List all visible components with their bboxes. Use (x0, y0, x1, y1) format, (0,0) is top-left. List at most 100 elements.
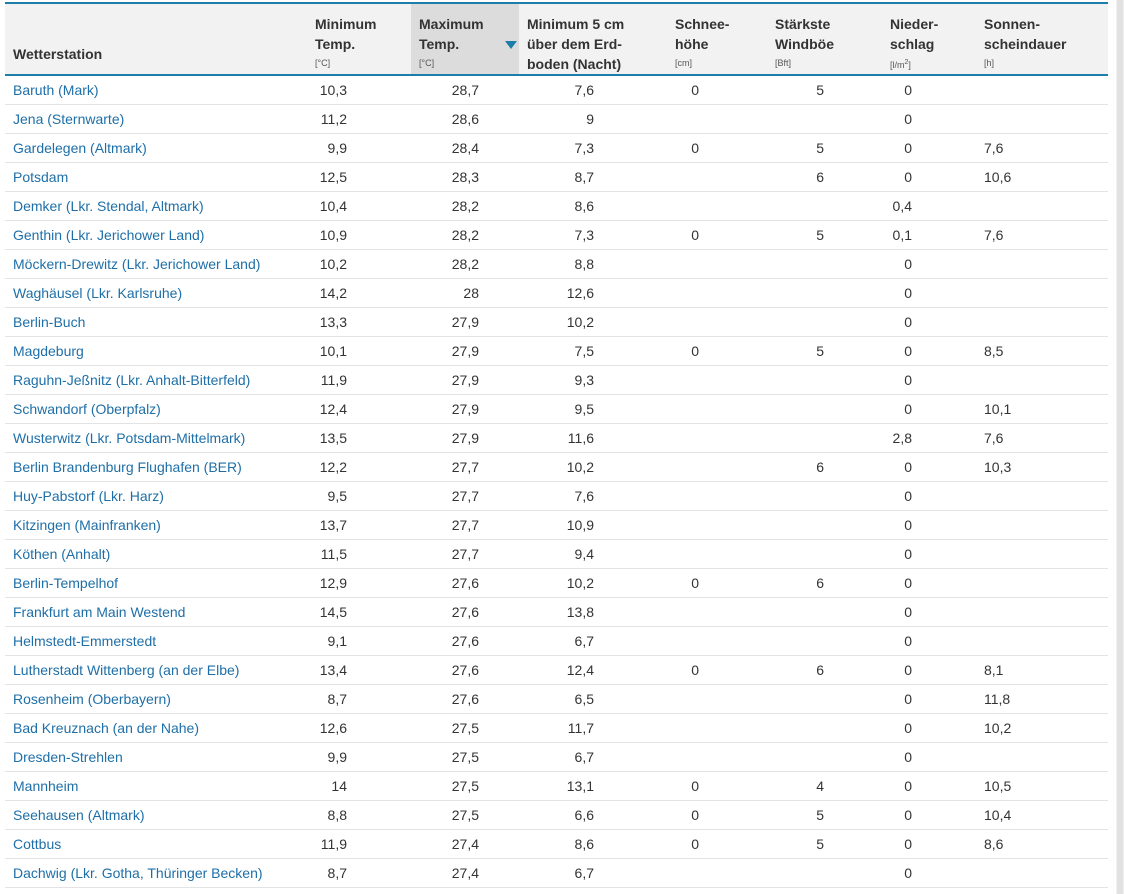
cell-wind: 5 (767, 133, 882, 163)
station-link[interactable]: Rosenheim (Oberbayern) (5, 684, 307, 714)
cell-wind (767, 684, 882, 714)
station-link[interactable]: Berlin-Tempelhof (5, 568, 307, 598)
cell-min-temp: 9,9 (307, 742, 411, 772)
station-link[interactable]: Bad Kreuznach (an der Nahe) (5, 713, 307, 743)
station-link[interactable]: Berlin-Buch (5, 307, 307, 337)
cell-rain: 0 (882, 858, 976, 888)
cell-max-temp: 27,6 (411, 684, 519, 714)
header-snow-line2: höhe (675, 36, 709, 52)
cell-ground-temp: 7,5 (519, 336, 667, 366)
header-sun-line1: Sonnen- (984, 16, 1040, 32)
header-max-temp-line2: Temp. (419, 36, 460, 52)
page-scrollbar[interactable] (1116, 0, 1124, 894)
cell-wind: 5 (767, 800, 882, 830)
table-header-row: Wetterstation Minimum Temp. [°C] Maximum… (5, 4, 1108, 76)
table-row: Mannheim 14 27,5 13,1 0 4 0 10,5 (5, 771, 1108, 801)
cell-ground-temp: 12,6 (519, 278, 667, 308)
table-row: Schwandorf (Oberpfalz) 12,4 27,9 9,5 0 10,1 (5, 394, 1108, 424)
station-link[interactable]: Jena (Sternwarte) (5, 104, 307, 134)
cell-max-temp: 28,6 (411, 104, 519, 134)
cell-wind (767, 539, 882, 569)
cell-wind (767, 191, 882, 221)
cell-min-temp: 12,6 (307, 713, 411, 743)
header-max-temp-unit: [°C] (419, 58, 435, 68)
header-snow[interactable]: Schnee- höhe [cm] (667, 4, 767, 76)
cell-rain: 0 (882, 133, 976, 163)
cell-max-temp: 28,2 (411, 249, 519, 279)
station-link[interactable]: Möckern-Drewitz (Lkr. Jerichower Land) (5, 249, 307, 279)
station-link[interactable]: Schwandorf (Oberpfalz) (5, 394, 307, 424)
header-rain[interactable]: Nieder- schlag [l/m2] (882, 4, 976, 76)
header-sun-unit: [h] (984, 58, 995, 68)
station-link[interactable]: Lutherstadt Wittenberg (an der Elbe) (5, 655, 307, 685)
table-row: Demker (Lkr. Stendal, Altmark) 10,4 28,2 8,… (5, 191, 1108, 221)
table-row: Potsdam 12,5 28,3 8,7 6 0 10,6 (5, 162, 1108, 192)
header-station[interactable]: Wetterstation (5, 4, 307, 76)
station-link[interactable]: Dachwig (Lkr. Gotha, Thüringer Becken) (5, 858, 307, 888)
cell-rain: 0 (882, 510, 976, 540)
table-row: Magdeburg 10,1 27,9 7,5 0 5 0 8,5 (5, 336, 1108, 366)
table-body: Baruth (Mark) 10,3 28,7 7,6 0 5 0 Jena (Sternwa… (5, 75, 1108, 888)
station-link[interactable]: Waghäusel (Lkr. Karlsruhe) (5, 278, 307, 308)
cell-max-temp: 27,4 (411, 858, 519, 888)
sort-descending-icon[interactable] (505, 41, 517, 49)
station-link[interactable]: Cottbus (5, 829, 307, 859)
station-link[interactable]: Magdeburg (5, 336, 307, 366)
table-row: Berlin Brandenburg Flughafen (BER) 12,2 27… (5, 452, 1108, 482)
header-rain-line2: schlag (890, 36, 935, 52)
cell-max-temp: 28,4 (411, 133, 519, 163)
table-row: Bad Kreuznach (an der Nahe) 12,6 27,5 11,7 0… (5, 713, 1108, 743)
cell-min-temp: 10,1 (307, 336, 411, 366)
cell-rain: 0 (882, 452, 976, 482)
header-ground-temp[interactable]: Minimum 5 cm über dem Erd- boden (Nacht) (519, 4, 667, 76)
cell-rain: 0,1 (882, 220, 976, 250)
cell-rain: 0 (882, 568, 976, 598)
cell-rain: 0 (882, 829, 976, 859)
station-link[interactable]: Frankfurt am Main Westend (5, 597, 307, 627)
cell-snow (667, 742, 767, 772)
cell-snow (667, 191, 767, 221)
cell-snow (667, 510, 767, 540)
station-link[interactable]: Huy-Pabstorf (Lkr. Harz) (5, 481, 307, 511)
table-row: Jena (Sternwarte) 11,2 28,6 9 0 (5, 104, 1108, 134)
cell-wind: 4 (767, 771, 882, 801)
cell-max-temp: 27,9 (411, 336, 519, 366)
station-link[interactable]: Genthin (Lkr. Jerichower Land) (5, 220, 307, 250)
cell-ground-temp: 8,6 (519, 191, 667, 221)
station-link[interactable]: Gardelegen (Altmark) (5, 133, 307, 163)
scrollbar-thumb[interactable] (1117, 0, 1123, 894)
cell-snow (667, 104, 767, 134)
cell-ground-temp: 11,6 (519, 423, 667, 453)
station-link[interactable]: Raguhn-Jeßnitz (Lkr. Anhalt-Bitterfeld) (5, 365, 307, 395)
station-link[interactable]: Dresden-Strehlen (5, 742, 307, 772)
station-link[interactable]: Köthen (Anhalt) (5, 539, 307, 569)
station-link[interactable]: Baruth (Mark) (5, 75, 307, 105)
station-link[interactable]: Seehausen (Altmark) (5, 800, 307, 830)
header-min-temp[interactable]: Minimum Temp. [°C] (307, 4, 411, 76)
cell-min-temp: 9,5 (307, 481, 411, 511)
cell-rain: 0 (882, 104, 976, 134)
station-link[interactable]: Helmstedt-Emmerstedt (5, 626, 307, 656)
cell-snow (667, 481, 767, 511)
cell-sunshine: 11,8 (976, 684, 1108, 714)
cell-wind: 6 (767, 162, 882, 192)
cell-min-temp: 11,9 (307, 829, 411, 859)
station-link[interactable]: Demker (Lkr. Stendal, Altmark) (5, 191, 307, 221)
cell-rain: 0 (882, 800, 976, 830)
station-link[interactable]: Berlin Brandenburg Flughafen (BER) (5, 452, 307, 482)
cell-snow (667, 626, 767, 656)
header-ground-line1: Minimum 5 cm (527, 16, 625, 32)
table-row: Seehausen (Altmark) 8,8 27,5 6,6 0 5 0 10,4 (5, 800, 1108, 830)
cell-sunshine: 10,1 (976, 394, 1108, 424)
cell-sunshine (976, 626, 1108, 656)
station-link[interactable]: Wusterwitz (Lkr. Potsdam-Mittelmark) (5, 423, 307, 453)
station-link[interactable]: Mannheim (5, 771, 307, 801)
station-link[interactable]: Potsdam (5, 162, 307, 192)
station-link[interactable]: Kitzingen (Mainfranken) (5, 510, 307, 540)
header-wind[interactable]: Stärkste Windböe [Bft] (767, 4, 882, 76)
cell-rain: 0 (882, 771, 976, 801)
cell-ground-temp: 6,7 (519, 858, 667, 888)
header-max-temp-line1: Maximum (419, 16, 484, 32)
header-max-temp[interactable]: Maximum Temp. [°C] (411, 4, 519, 76)
header-sunshine[interactable]: Sonnen- scheindauer [h] (976, 4, 1108, 76)
